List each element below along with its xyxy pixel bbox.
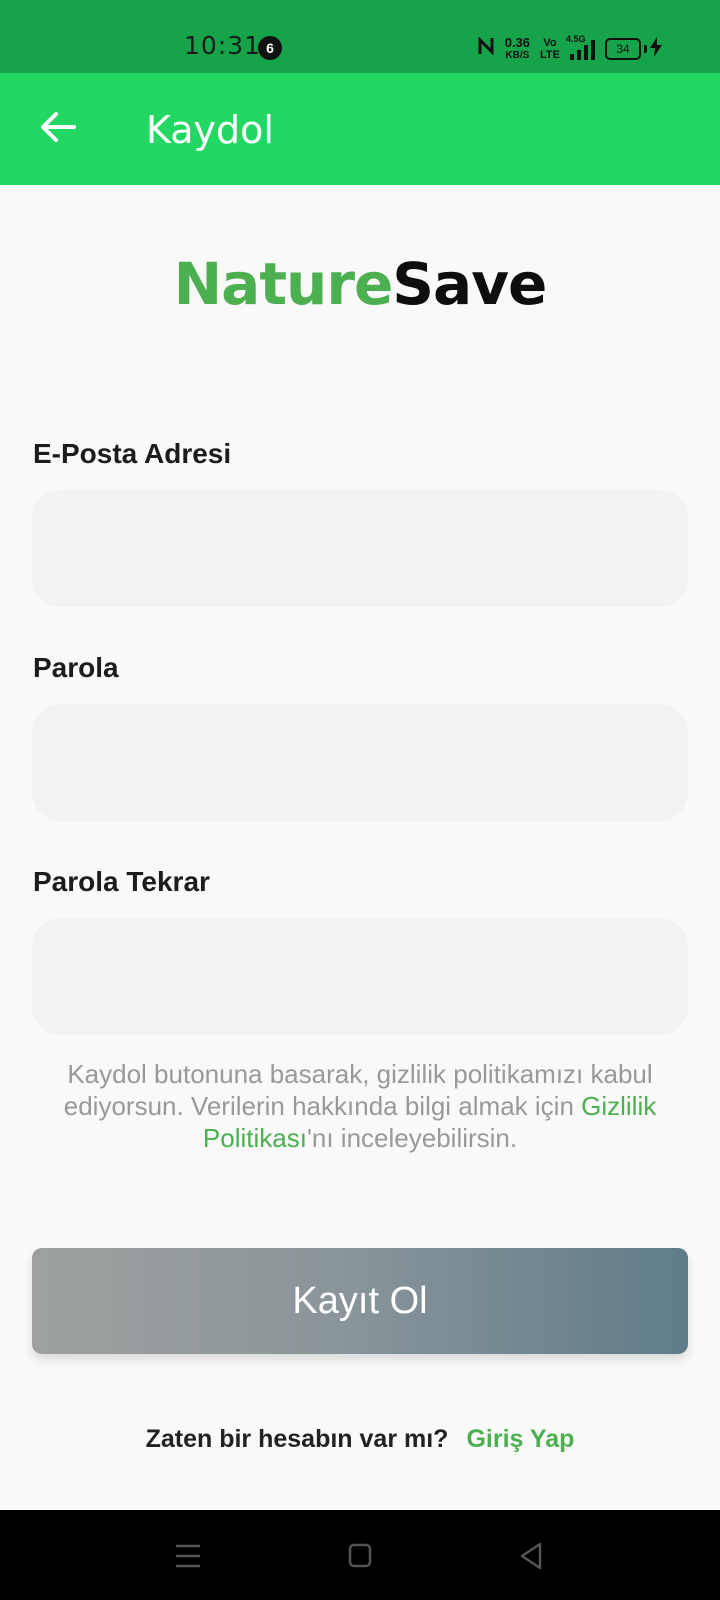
system-nav-bar bbox=[0, 1510, 720, 1600]
app-bar: Kaydol bbox=[0, 73, 720, 185]
arrow-left-icon bbox=[40, 111, 76, 148]
privacy-notice: Kaydol butonuna basarak, gizlilik politi… bbox=[32, 1058, 688, 1154]
password-label: Parola bbox=[33, 652, 119, 683]
password-repeat-field[interactable] bbox=[32, 918, 688, 1035]
notification-count-badge: 6 bbox=[258, 36, 282, 60]
privacy-notice-suffix: 'nı inceleyebilirsin. bbox=[306, 1123, 518, 1153]
login-question: Zaten bir hesabın var mı? bbox=[145, 1425, 449, 1453]
page-title: Kaydol bbox=[146, 108, 274, 152]
battery-icon: 34 bbox=[605, 36, 662, 62]
email-label: E-Posta Adresi bbox=[33, 438, 232, 469]
password-field[interactable] bbox=[32, 704, 688, 821]
triangle-back-icon[interactable] bbox=[512, 1538, 552, 1574]
privacy-notice-text: Kaydol butonuna basarak, gizlilik politi… bbox=[63, 1059, 653, 1121]
nfc-icon bbox=[477, 36, 495, 62]
logo-part-save: Save bbox=[392, 250, 547, 318]
network-speed-unit: KB/S bbox=[505, 50, 530, 61]
menu-icon[interactable] bbox=[168, 1538, 208, 1574]
signal-type: 4.5G bbox=[566, 34, 586, 44]
volte-bottom-label: LTE bbox=[540, 49, 560, 61]
status-bar: 10:31 6 0.36 KB/S Vo LTE 4.5G 34 bbox=[0, 0, 720, 73]
email-field[interactable] bbox=[32, 490, 688, 607]
network-speed: 0.36 KB/S bbox=[505, 36, 530, 62]
login-prompt: Zaten bir hesabın var mı? Giriş Yap bbox=[0, 1425, 720, 1454]
back-button[interactable] bbox=[26, 93, 90, 165]
signal-strength-icon: 4.5G bbox=[566, 34, 595, 60]
status-indicators: 0.36 KB/S Vo LTE 4.5G 34 bbox=[477, 34, 662, 64]
volte-icon: Vo LTE bbox=[540, 37, 560, 61]
charging-icon bbox=[650, 36, 662, 62]
status-time: 10:31 bbox=[184, 31, 262, 60]
login-link[interactable]: Giriş Yap bbox=[466, 1425, 574, 1453]
network-speed-value: 0.36 bbox=[504, 35, 531, 50]
app-logo: NatureSave bbox=[0, 250, 720, 318]
password-repeat-label: Parola Tekrar bbox=[33, 866, 210, 897]
register-button[interactable]: Kayıt Ol bbox=[32, 1248, 688, 1354]
volte-top-label: Vo bbox=[543, 37, 557, 49]
square-home-icon[interactable] bbox=[340, 1538, 380, 1574]
battery-level: 34 bbox=[605, 38, 641, 60]
logo-part-nature: Nature bbox=[173, 250, 394, 318]
